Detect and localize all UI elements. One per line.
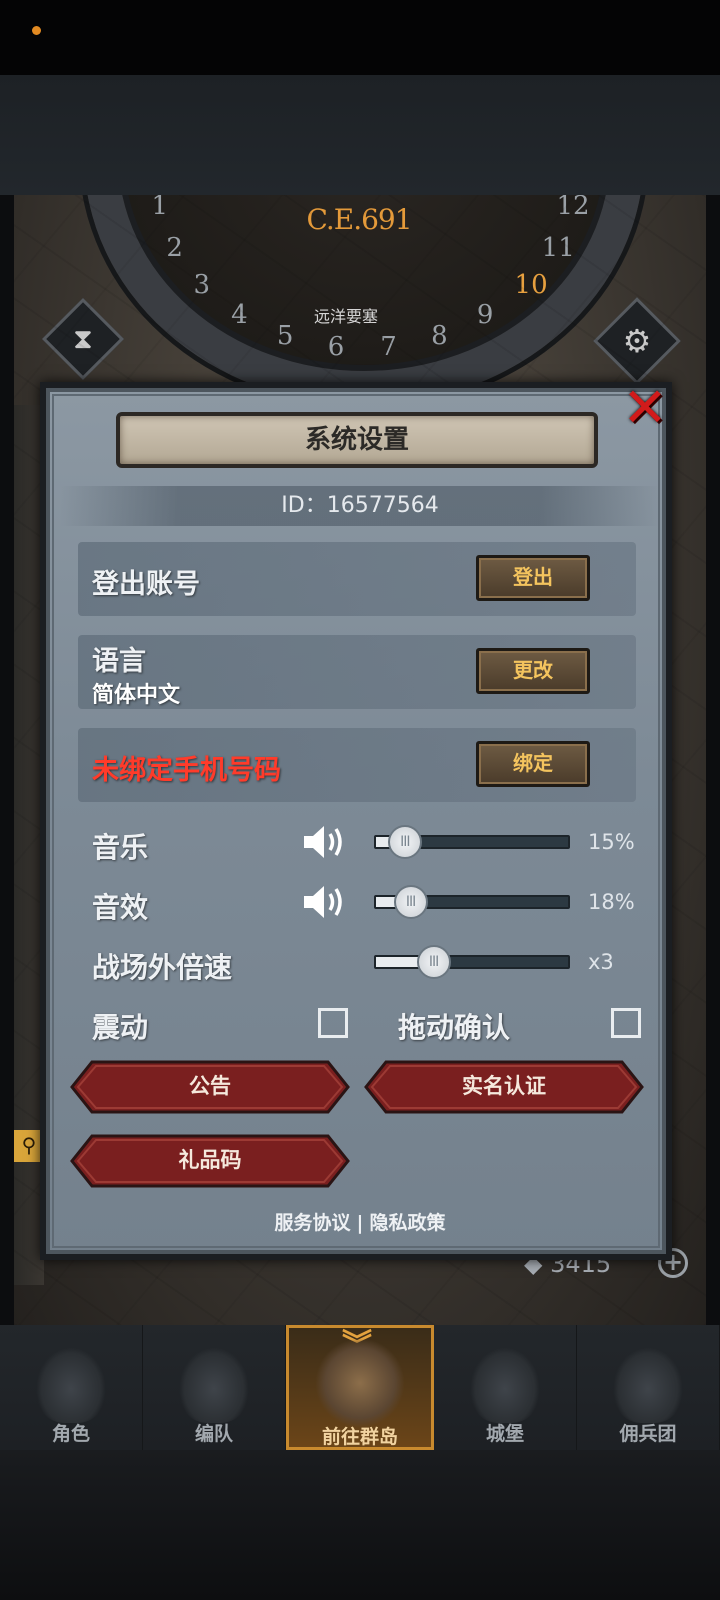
notice-button[interactable]: 公告	[70, 1060, 350, 1114]
dial-number: 8	[431, 320, 448, 351]
knight-icon	[36, 1347, 106, 1423]
calendar-dial	[84, 195, 644, 405]
dial-number: 3	[193, 269, 210, 300]
gift-code-label: 礼品码	[178, 1148, 242, 1172]
dial-number: 4	[231, 299, 248, 330]
bottom-backdrop	[0, 1450, 720, 1600]
globe-icon	[315, 1338, 405, 1428]
status-bar	[0, 0, 720, 75]
dial-number: 6	[327, 331, 345, 362]
nav-item-character[interactable]: 角色	[0, 1325, 143, 1450]
nav-item-islands[interactable]: ︾ 前往群岛	[286, 1325, 434, 1450]
sfx-label: 音效	[92, 891, 149, 924]
footer-separator: |	[356, 1212, 364, 1234]
gear-icon: ⚙	[622, 322, 652, 360]
nav-label: 编队	[194, 1423, 233, 1445]
nav-label: 前往群岛	[321, 1426, 398, 1448]
gift-code-button[interactable]: 礼品码	[70, 1134, 350, 1188]
privacy-policy-link[interactable]: 隐私政策	[369, 1212, 445, 1234]
dialog-title: 系统设置	[116, 412, 598, 468]
change-language-button[interactable]: 更改	[476, 648, 590, 694]
castle-icon	[470, 1347, 540, 1423]
notification-dot	[32, 26, 41, 35]
speed-slider-handle[interactable]: III	[416, 945, 451, 979]
dial-number: 1	[151, 195, 169, 222]
language-value: 简体中文	[92, 683, 181, 708]
settings-gear-button[interactable]: ⚙	[593, 297, 681, 385]
music-slider[interactable]: III	[374, 825, 570, 859]
sfx-value: 18%	[588, 890, 635, 914]
hourglass-button[interactable]: ⧗	[41, 297, 125, 381]
hourglass-icon: ⧗	[73, 322, 93, 355]
phone-bind-row: 未绑定手机号码 绑定	[78, 728, 636, 802]
sfx-slider[interactable]: III	[374, 885, 570, 919]
team-icon	[179, 1347, 249, 1423]
nav-item-castle[interactable]: 城堡	[434, 1325, 577, 1450]
speed-label: 战场外倍速	[92, 951, 233, 984]
real-name-button[interactable]: 实名认证	[364, 1060, 644, 1114]
dial-number: 7	[380, 331, 397, 362]
nav-item-mercenary[interactable]: 佣兵团	[577, 1325, 720, 1450]
dial-number: 10	[514, 269, 548, 300]
dial-number: 2	[166, 232, 183, 263]
dial-number: 12	[556, 195, 590, 222]
nav-label: 佣兵团	[619, 1423, 677, 1445]
dial-number: 5	[276, 320, 294, 351]
bind-phone-button[interactable]: 绑定	[476, 741, 590, 787]
music-label: 音乐	[92, 831, 149, 864]
era-label: C.E.691	[306, 203, 412, 236]
logout-label: 登出账号	[92, 569, 200, 600]
music-slider-handle[interactable]: III	[387, 825, 422, 859]
sfx-slider-handle[interactable]: III	[393, 885, 428, 919]
drag-confirm-label: 拖动确认	[398, 1011, 511, 1044]
logout-button[interactable]: 登出	[476, 555, 590, 601]
bottom-nav: 角色 编队 ︾ 前往群岛 城堡 佣兵团	[0, 1325, 720, 1450]
nav-item-team[interactable]: 编队	[143, 1325, 286, 1450]
nav-label: 城堡	[485, 1423, 524, 1445]
speed-value: x3	[588, 950, 614, 974]
close-icon[interactable]: ✕	[616, 381, 674, 440]
service-agreement-link[interactable]: 服务协议	[275, 1212, 351, 1234]
nav-label: 角色	[51, 1423, 90, 1445]
notice-label: 公告	[189, 1074, 231, 1098]
language-row: 语言 简体中文 更改	[78, 635, 636, 709]
vibration-label: 震动	[92, 1011, 149, 1044]
location-label: 远洋要塞	[314, 307, 379, 326]
logout-row: 登出账号 登出	[78, 542, 636, 616]
speaker-icon[interactable]	[302, 882, 348, 922]
top-backdrop	[0, 75, 720, 195]
drag-confirm-checkbox[interactable]	[611, 1008, 641, 1038]
vibration-checkbox[interactable]	[318, 1008, 348, 1038]
footer-links: 服务协议 | 隐私政策	[60, 1208, 660, 1235]
speaker-icon[interactable]	[302, 822, 348, 862]
speed-slider[interactable]: III	[374, 945, 570, 979]
music-value: 15%	[588, 830, 635, 854]
dial-number: 11	[541, 232, 575, 263]
real-name-label: 实名认证	[462, 1074, 546, 1098]
mercenary-icon	[613, 1347, 683, 1423]
language-label: 语言	[92, 646, 146, 677]
player-id: ID：16577564	[60, 486, 660, 526]
dial-number: 9	[476, 299, 494, 330]
phone-unbound-label: 未绑定手机号码	[92, 755, 281, 786]
